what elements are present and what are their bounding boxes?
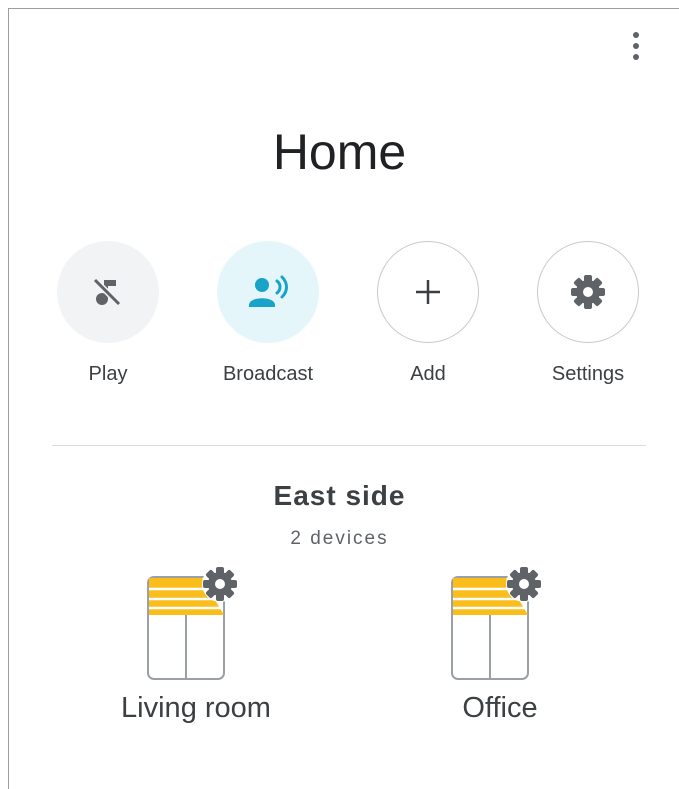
room-living-room[interactable]: Living room xyxy=(96,565,296,725)
add-circle[interactable] xyxy=(377,241,479,343)
menu-dot xyxy=(633,43,639,49)
play-button[interactable]: Play xyxy=(48,241,168,389)
broadcast-button[interactable]: Broadcast xyxy=(208,241,328,389)
plus-icon xyxy=(416,280,440,304)
play-label: Play xyxy=(88,363,128,385)
device-count: 2 devices xyxy=(290,528,389,549)
broadcast-label: Broadcast xyxy=(222,363,314,385)
add-button[interactable]: Add xyxy=(368,241,488,389)
room-label: Living room xyxy=(121,692,271,724)
add-label: Add xyxy=(410,363,446,385)
broadcast-circle[interactable] xyxy=(217,241,319,343)
room-office[interactable]: Office xyxy=(400,565,600,725)
gear-icon xyxy=(571,275,605,309)
settings-button[interactable]: Settings xyxy=(528,241,648,389)
more-vert-icon[interactable] xyxy=(624,28,648,66)
music-off-icon xyxy=(92,277,122,307)
play-circle[interactable] xyxy=(57,241,159,343)
room-door-icon xyxy=(147,566,238,680)
gear-icon xyxy=(506,566,542,602)
settings-circle[interactable] xyxy=(537,241,639,343)
divider xyxy=(52,445,646,446)
menu-dot xyxy=(633,32,639,38)
broadcast-icon xyxy=(249,275,288,307)
room-label: Office xyxy=(462,692,538,724)
room-door-icon xyxy=(451,566,542,680)
gear-icon xyxy=(202,566,238,602)
section-title: East side xyxy=(273,480,406,511)
settings-label: Settings xyxy=(551,363,625,385)
page-title: Home xyxy=(272,124,407,180)
menu-dot xyxy=(633,54,639,60)
